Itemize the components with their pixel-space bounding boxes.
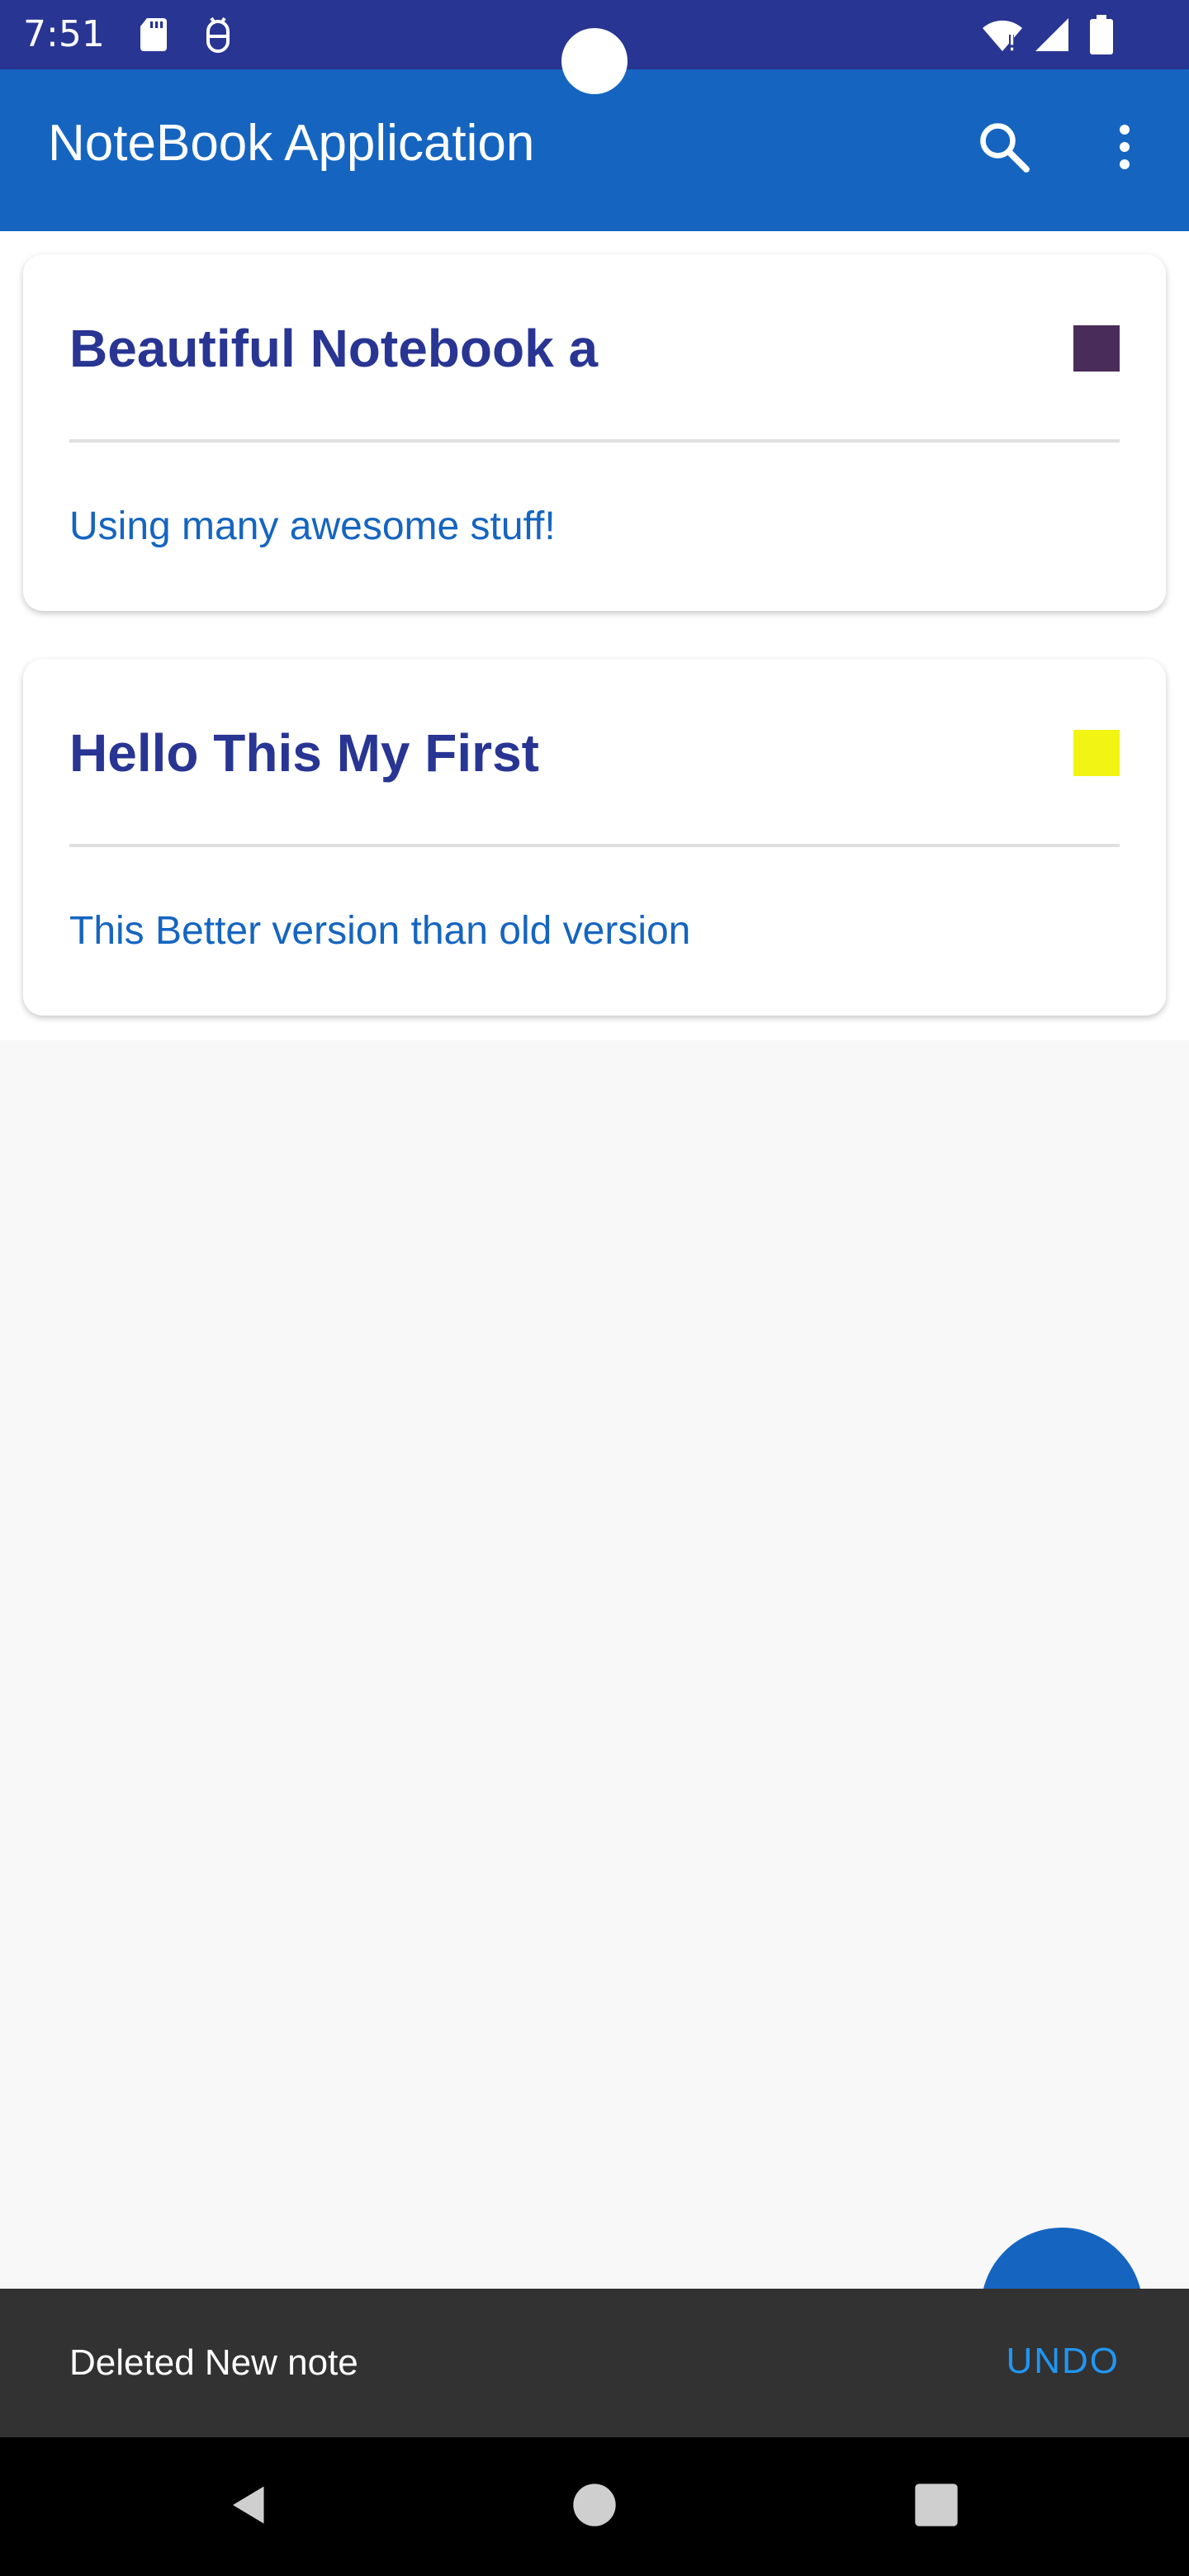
- back-icon: [225, 2480, 274, 2534]
- recents-button[interactable]: [900, 2470, 973, 2543]
- recents-icon: [913, 2482, 959, 2532]
- note-color-swatch: [1073, 730, 1120, 776]
- note-card[interactable]: Beautiful Notebook a Using many awesome …: [23, 254, 1166, 611]
- note-divider: [69, 439, 1120, 443]
- search-icon: [974, 117, 1034, 181]
- note-title: Beautiful Notebook a: [69, 319, 599, 378]
- battery-icon: [1085, 15, 1125, 54]
- note-description: This Better version than old version: [69, 909, 691, 953]
- home-button[interactable]: [558, 2470, 631, 2543]
- note-card[interactable]: Hello This My First This Better version …: [23, 659, 1166, 1016]
- more-options-button[interactable]: [1085, 109, 1164, 188]
- system-nav-bar: [0, 2437, 1189, 2576]
- home-icon: [571, 2482, 618, 2532]
- app-title: NoteBook Application: [48, 115, 535, 172]
- snackbar: Deleted New note UNDO: [0, 2289, 1189, 2437]
- back-button[interactable]: [213, 2470, 286, 2543]
- search-button[interactable]: [964, 109, 1044, 188]
- sd-card-icon: [135, 15, 175, 54]
- wifi-alert-icon: [981, 15, 1022, 54]
- undo-button[interactable]: UNDO: [1006, 2335, 1120, 2388]
- note-description: Using many awesome stuff!: [69, 504, 556, 548]
- note-title: Hello This My First: [69, 723, 539, 783]
- more-vert-icon: [1095, 117, 1154, 181]
- note-list: Beautiful Notebook a Using many awesome …: [0, 231, 1189, 1040]
- status-time: 7:51: [23, 13, 105, 55]
- note-color-swatch: [1073, 325, 1120, 372]
- snackbar-message: Deleted New note: [69, 2342, 358, 2383]
- android-debug-icon: [198, 15, 238, 54]
- note-divider: [69, 844, 1120, 847]
- cell-signal-icon: [1032, 15, 1072, 54]
- camera-cutout: [561, 28, 628, 94]
